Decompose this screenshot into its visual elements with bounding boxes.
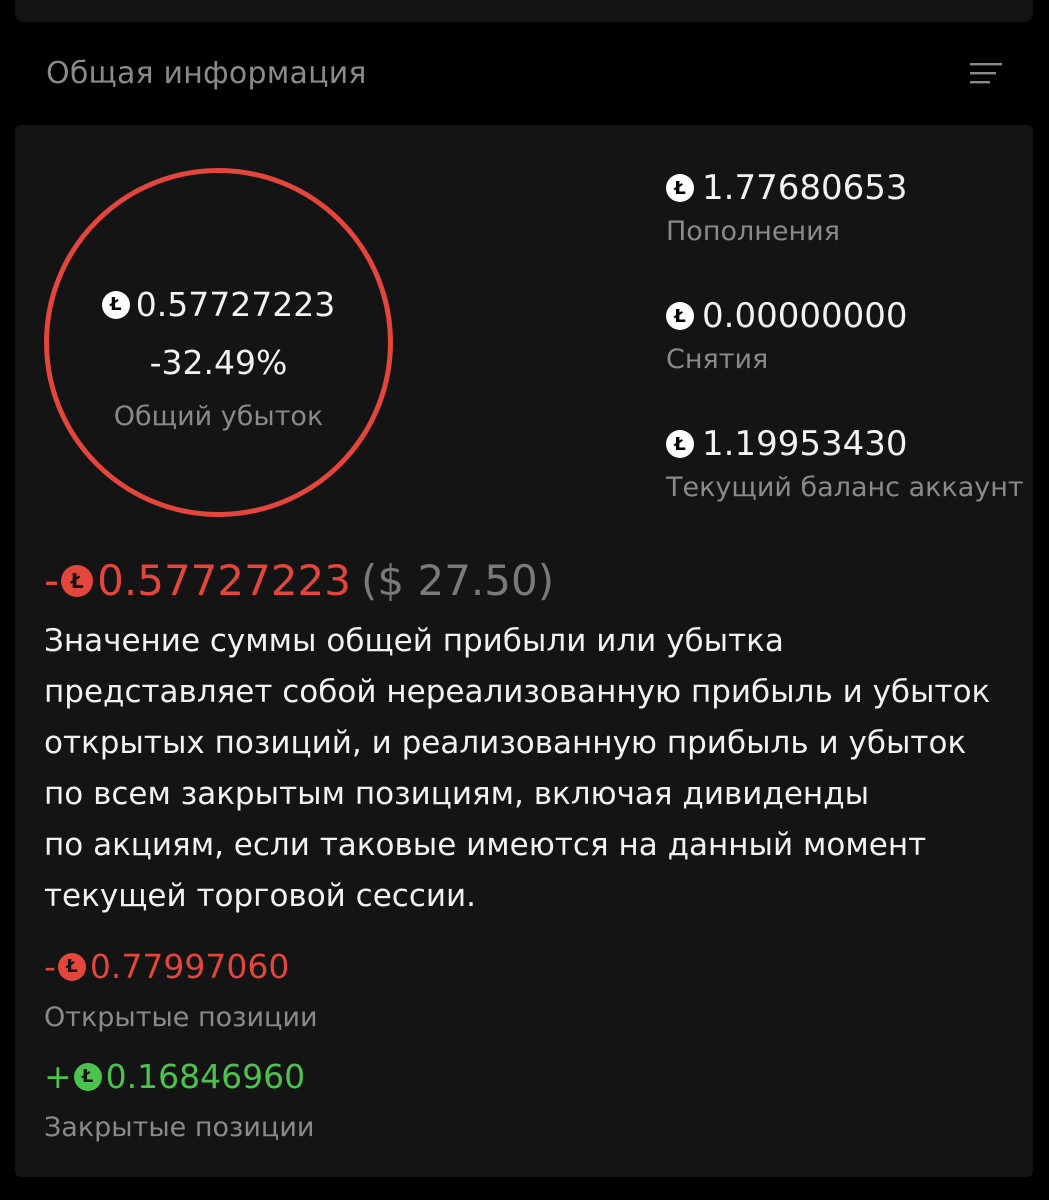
open-value: 0.77997060 [89,947,290,986]
open-positions-label: Открытые позиции [44,1002,318,1033]
ring-percent: -32.49% [149,343,288,382]
description-line: Значение суммы общей прибыли или убытка [44,623,784,659]
description-line: открытых позиций, и реализованную прибыл… [44,725,967,761]
deposits-value: 1.77680653 [702,168,908,208]
total-pnl: - Ł 0.57727223 ($ 27.50) [44,556,554,605]
litecoin-icon: Ł [101,290,130,319]
total-sign: - [44,556,60,605]
filter-lines-icon[interactable] [968,60,1004,90]
total-loss-ring: Ł 0.57727223 -32.49% Общий убыток [44,168,393,517]
litecoin-icon: Ł [666,174,694,202]
pnl-description: Значение суммы общей прибыли или убытка … [44,616,1024,922]
litecoin-icon: Ł [61,564,94,597]
total-usd: ($ 27.50) [361,556,555,605]
litecoin-icon: Ł [666,430,694,458]
litecoin-icon: Ł [73,1062,102,1091]
deposits-stat: Ł 1.77680653 Пополнения [666,166,908,247]
description-line: по всем закрытым позициям, включая дивид… [44,776,870,812]
ring-label: Общий убыток [113,401,324,432]
description-line: текущей торговой сессии. [44,878,477,914]
balance-stat: Ł 1.19953430 Текущий баланс аккаунт [666,422,1024,503]
withdrawals-stat: Ł 0.00000000 Снятия [666,294,908,375]
ring-value: Ł 0.57727223 [49,285,388,324]
litecoin-icon: Ł [57,952,86,981]
section-title: Общая информация [46,56,367,91]
closed-positions-value: + Ł 0.16846960 [44,1057,305,1096]
description-line: по акциям, если таковые имеются на данны… [44,827,927,863]
litecoin-icon: Ł [666,302,694,330]
balance-label: Текущий баланс аккаунт [666,472,1024,503]
withdrawals-value: 0.00000000 [702,296,908,336]
balance-value: 1.19953430 [702,424,908,464]
open-positions-value: - Ł 0.77997060 [44,947,289,986]
open-sign: - [44,947,56,986]
closed-value: 0.16846960 [105,1057,306,1096]
closed-positions-label: Закрытые позиции [44,1112,315,1143]
total-value: 0.57727223 [97,556,352,605]
ring-value-text: 0.57727223 [135,285,336,324]
closed-sign: + [44,1057,72,1096]
deposits-label: Пополнения [666,216,840,247]
previous-card [15,0,1033,22]
description-line: представляет собой нереализованную прибы… [44,674,991,710]
withdrawals-label: Снятия [666,344,769,375]
